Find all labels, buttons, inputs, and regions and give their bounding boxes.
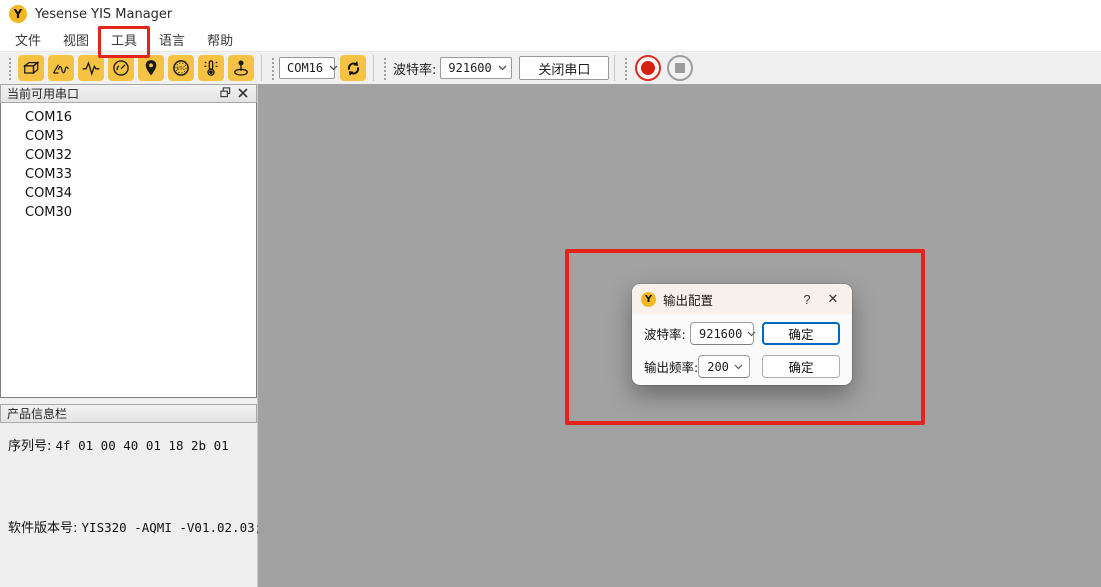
toolbar-grip-handle[interactable] bbox=[623, 56, 629, 80]
dialog-frequency-value: 200 bbox=[707, 360, 729, 374]
ports-panel-close-button[interactable] bbox=[234, 86, 252, 101]
refresh-ports-button[interactable] bbox=[340, 55, 366, 81]
serial-number-line: 序列号: 4f 01 00 40 01 18 2b 01 bbox=[8, 435, 257, 454]
record-icon bbox=[641, 61, 655, 75]
stop-icon bbox=[675, 63, 685, 73]
chevron-down-icon bbox=[747, 331, 756, 337]
chevron-down-icon bbox=[498, 65, 507, 71]
menu-language[interactable]: 语言 bbox=[148, 28, 196, 51]
software-version-value: YIS320 -AQMI -V01.02.03; bbox=[82, 520, 263, 535]
dialog-app-logo-icon: Y bbox=[641, 292, 656, 307]
output-config-dialog: Y 输出配置 ? ✕ 波特率: 921600 确定 bbox=[632, 284, 852, 385]
menu-file[interactable]: 文件 bbox=[4, 28, 52, 51]
dialog-baud-value: 921600 bbox=[699, 327, 742, 341]
menubar: 文件 视图 工具 语言 帮助 bbox=[0, 28, 1101, 52]
window-title: Yesense YIS Manager bbox=[35, 7, 172, 22]
gauge-icon bbox=[111, 58, 131, 78]
ports-panel-header: 当前可用串口 bbox=[0, 84, 257, 103]
port-select[interactable]: COM16 bbox=[279, 57, 335, 79]
output-frequency-row: 输出频率: 200 确定 bbox=[644, 355, 840, 378]
dialog-baud-label: 波特率: bbox=[644, 324, 686, 343]
titlebar: Y Yesense YIS Manager bbox=[0, 0, 1101, 28]
svg-text:UTC: UTC bbox=[177, 66, 186, 72]
serial-number-value: 4f 01 00 40 01 18 2b 01 bbox=[56, 438, 229, 453]
menu-tools[interactable]: 工具 bbox=[100, 28, 148, 51]
tool-angle-wave-button[interactable] bbox=[48, 55, 74, 81]
menu-help[interactable]: 帮助 bbox=[196, 28, 244, 51]
info-panel-title: 产品信息栏 bbox=[7, 405, 67, 422]
app-window: Y Yesense YIS Manager 文件 视图 工具 语言 帮助 bbox=[0, 0, 1101, 587]
window-body: 当前可用串口 COM16 COM3 COM32 COM33 COM34 COM3… bbox=[0, 84, 1101, 587]
chevron-down-icon bbox=[734, 364, 743, 370]
thermometer-icon bbox=[201, 58, 221, 78]
tool-pulse-wave-button[interactable] bbox=[78, 55, 104, 81]
refresh-arrows-icon bbox=[344, 59, 363, 78]
ports-panel-title: 当前可用串口 bbox=[7, 85, 79, 102]
left-dock-panel: 当前可用串口 COM16 COM3 COM32 COM33 COM34 COM3… bbox=[0, 84, 258, 587]
location-pin-icon bbox=[141, 58, 161, 78]
pulse-wave-icon bbox=[81, 58, 101, 78]
toolbar-separator bbox=[261, 55, 262, 81]
port-list-item[interactable]: COM16 bbox=[1, 108, 256, 127]
product-info-body: 序列号: 4f 01 00 40 01 18 2b 01 软件版本号: YIS3… bbox=[0, 423, 257, 587]
port-list-item[interactable]: COM33 bbox=[1, 165, 256, 184]
ports-panel-float-button[interactable] bbox=[216, 86, 234, 101]
baud-rate-value: 921600 bbox=[448, 61, 491, 75]
dialog-help-button[interactable]: ? bbox=[794, 288, 820, 310]
dialog-frequency-ok-button[interactable]: 确定 bbox=[762, 355, 840, 378]
toolbar-separator bbox=[614, 55, 615, 81]
close-serial-port-button[interactable]: 关闭串口 bbox=[519, 56, 609, 80]
record-button[interactable] bbox=[635, 55, 661, 81]
software-version-label: 软件版本号: bbox=[8, 521, 77, 536]
dialog-title: 输出配置 bbox=[663, 290, 794, 309]
dialog-body: 波特率: 921600 确定 输出频率: 200 确定 bbox=[632, 314, 852, 378]
baud-rate-select[interactable]: 921600 bbox=[440, 57, 512, 79]
tool-gyro-button[interactable] bbox=[228, 55, 254, 81]
port-list-item[interactable]: COM32 bbox=[1, 146, 256, 165]
port-list-item[interactable]: COM3 bbox=[1, 127, 256, 146]
close-x-icon: ✕ bbox=[828, 291, 839, 307]
baud-rate-label: 波特率: bbox=[393, 59, 436, 78]
chevron-down-icon bbox=[329, 65, 338, 71]
stop-button[interactable] bbox=[667, 55, 693, 81]
toolbar-separator bbox=[373, 55, 374, 81]
utc-clock-icon: UTC bbox=[171, 58, 191, 78]
serial-number-label: 序列号: bbox=[8, 439, 51, 454]
toolbar-grip-handle[interactable] bbox=[7, 56, 13, 80]
dialog-titlebar[interactable]: Y 输出配置 ? ✕ bbox=[632, 284, 852, 314]
tool-location-button[interactable] bbox=[138, 55, 164, 81]
info-panel-header: 产品信息栏 bbox=[0, 404, 257, 423]
gyro-pin-icon bbox=[231, 58, 251, 78]
port-list-item[interactable]: COM30 bbox=[1, 203, 256, 222]
toolbar-grip-handle[interactable] bbox=[382, 56, 388, 80]
dialog-frequency-select[interactable]: 200 bbox=[698, 355, 750, 378]
port-list-item[interactable]: COM34 bbox=[1, 184, 256, 203]
toolbar-grip-handle[interactable] bbox=[270, 56, 276, 80]
port-select-value: COM16 bbox=[287, 61, 323, 75]
app-logo-icon: Y bbox=[9, 5, 27, 23]
tool-gauge-button[interactable] bbox=[108, 55, 134, 81]
toolbar: UTC COM16 波特率: 921600 关闭串口 bbox=[0, 52, 1101, 84]
baud-rate-row: 波特率: 921600 确定 bbox=[644, 322, 840, 345]
dialog-close-button[interactable]: ✕ bbox=[820, 288, 846, 310]
menu-view[interactable]: 视图 bbox=[52, 28, 100, 51]
float-window-icon bbox=[220, 86, 231, 101]
tool-utc-clock-button[interactable]: UTC bbox=[168, 55, 194, 81]
tool-temperature-button[interactable] bbox=[198, 55, 224, 81]
angle-wave-icon bbox=[51, 58, 71, 78]
menu-tools-label: 工具 bbox=[111, 34, 137, 49]
ports-list: COM16 COM3 COM32 COM33 COM34 COM30 bbox=[0, 103, 257, 398]
dialog-frequency-label: 输出频率: bbox=[644, 357, 698, 376]
close-x-icon bbox=[238, 86, 248, 101]
workspace-area: Y 输出配置 ? ✕ 波特率: 921600 确定 bbox=[258, 84, 1101, 587]
cube-3d-icon bbox=[21, 58, 41, 78]
dialog-baud-select[interactable]: 921600 bbox=[690, 322, 754, 345]
software-version-line: 软件版本号: YIS320 -AQMI -V01.02.03; bbox=[8, 517, 257, 536]
tool-3d-view-button[interactable] bbox=[18, 55, 44, 81]
dialog-baud-ok-button[interactable]: 确定 bbox=[762, 322, 840, 345]
